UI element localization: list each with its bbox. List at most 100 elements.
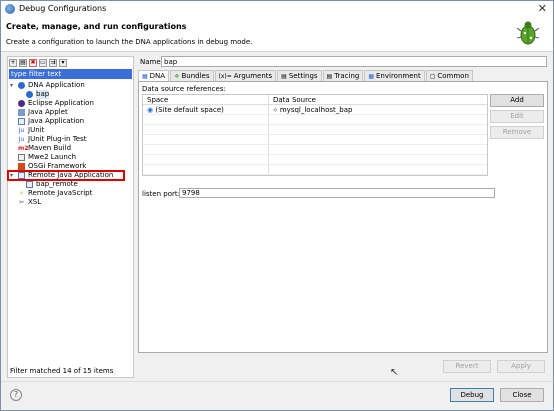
chevron-down-icon[interactable]: ▾ xyxy=(10,171,18,180)
column-header-space[interactable]: Space xyxy=(143,95,269,104)
remove-button[interactable]: Remove xyxy=(490,126,544,139)
tree-item-junit-plugin-test[interactable]: Ju JUnit Plug-in Test xyxy=(8,135,133,144)
data-source-table[interactable]: Space Data Source ◉ (Site default space)… xyxy=(142,94,488,176)
tree-item-label: Mwe2 Launch xyxy=(28,153,77,161)
table-buttons: Add Edit Remove xyxy=(490,94,544,142)
tree-item-remote-javascript[interactable]: ⚡ Remote JavaScript xyxy=(8,189,133,198)
chevron-down-icon[interactable]: ▾ xyxy=(10,81,18,90)
dna-tab-icon: ▦ xyxy=(142,72,148,80)
debug-button[interactable]: Debug xyxy=(450,388,494,402)
table-row xyxy=(143,125,487,135)
table-cell: ⟡ mysql_localhost_bap xyxy=(269,105,487,114)
revert-button[interactable]: Revert xyxy=(443,360,491,373)
close-button[interactable]: Close xyxy=(500,388,544,402)
tab-label: Common xyxy=(437,71,469,80)
applet-icon xyxy=(18,109,25,116)
tab-label: Settings xyxy=(288,71,318,80)
listen-port-field[interactable]: 9798 xyxy=(179,188,495,198)
config-tree: ▾ DNA Application bap Eclipse Applicatio… xyxy=(7,81,133,207)
chevron-down-icon[interactable]: ▾ xyxy=(59,59,67,67)
title-bar: Debug Configurations ✕ xyxy=(1,1,553,17)
configuration-editor: Name: bap ▦ DNA ❖ Bundles (x)= Arguments… xyxy=(138,56,548,378)
tree-item-dna-application[interactable]: ▾ DNA Application xyxy=(8,81,133,90)
tree-item-bap-remote[interactable]: bap_remote xyxy=(8,180,133,189)
delete-icon[interactable]: ✖ xyxy=(29,59,37,67)
tree-item-label: Maven Build xyxy=(28,144,72,152)
tree-item-label: Java Application xyxy=(28,117,85,125)
tab-label: Tracing xyxy=(334,71,360,80)
collapse-all-icon[interactable]: ▭ xyxy=(39,59,47,67)
gear-icon xyxy=(18,82,25,89)
tree-item-osgi-framework[interactable]: OSGi Framework xyxy=(8,162,133,171)
apply-button[interactable]: Apply xyxy=(497,360,545,373)
tab-tracing[interactable]: ▤ Tracing xyxy=(322,70,364,81)
eclipse-app-icon xyxy=(5,4,15,14)
bundles-tab-icon: ❖ xyxy=(174,72,180,80)
environment-tab-icon: ▦ xyxy=(368,72,374,80)
window-title: Debug Configurations xyxy=(19,4,107,13)
tree-item-label: Java Applet xyxy=(28,108,68,116)
dna-config-icon xyxy=(26,91,33,98)
table-row xyxy=(143,115,487,125)
tracing-tab-icon: ▤ xyxy=(326,72,333,80)
name-label: Name: xyxy=(140,58,164,66)
maven-icon: m2 xyxy=(18,145,29,152)
tab-arguments[interactable]: (x)= Arguments xyxy=(214,70,277,81)
header-title: Create, manage, and run configurations xyxy=(6,22,187,31)
table-row xyxy=(143,155,487,165)
add-button[interactable]: Add xyxy=(490,94,544,107)
tab-settings[interactable]: ▤ Settings xyxy=(277,70,322,81)
tree-toolbar: + ▤ ✖ ▭ ⇉ ▾ xyxy=(9,58,67,68)
tree-item-bap[interactable]: bap xyxy=(8,90,133,99)
tab-label: Arguments xyxy=(233,71,273,80)
edit-button[interactable]: Edit xyxy=(490,110,544,123)
tree-item-junit[interactable]: Ju JUnit xyxy=(8,126,133,135)
tree-item-label: DNA Application xyxy=(28,81,85,89)
arguments-tab-icon: (x)= xyxy=(218,72,232,80)
tree-item-label: bap_remote xyxy=(36,180,78,188)
tab-common[interactable]: ▢ Common xyxy=(425,70,473,81)
tree-item-label: OSGi Framework xyxy=(28,162,87,170)
junit-plugin-icon: Ju xyxy=(18,136,25,143)
table-row xyxy=(143,135,487,145)
data-source-title: Data source references: xyxy=(142,85,226,93)
eclipse-icon xyxy=(18,100,25,107)
help-icon[interactable]: ? xyxy=(10,389,22,401)
tree-item-mwe2-launch[interactable]: Mwe2 Launch xyxy=(8,153,133,162)
mwe2-icon xyxy=(18,154,25,161)
tab-bundles[interactable]: ❖ Bundles xyxy=(170,70,214,81)
tree-item-remote-java-application[interactable]: ▾ Remote Java Application xyxy=(7,170,125,181)
config-tabs: ▦ DNA ❖ Bundles (x)= Arguments ▤ Setting… xyxy=(138,70,548,82)
tab-label: Environment xyxy=(376,71,421,80)
osgi-icon xyxy=(18,163,25,170)
tree-item-java-applet[interactable]: Java Applet xyxy=(8,108,133,117)
dna-tab-panel: Data source references: Space Data Sourc… xyxy=(138,82,548,353)
new-config-icon[interactable]: + xyxy=(9,59,17,67)
tab-environment[interactable]: ▦ Environment xyxy=(364,70,425,81)
column-header-data-source[interactable]: Data Source xyxy=(269,95,487,104)
tree-item-label: Eclipse Application xyxy=(28,99,94,107)
tab-label: Bundles xyxy=(181,71,210,80)
filter-input[interactable]: type filter text xyxy=(9,69,132,79)
editor-buttons: Revert Apply xyxy=(443,360,545,376)
remote-config-icon xyxy=(26,181,33,188)
table-row xyxy=(143,145,487,155)
name-field[interactable]: bap xyxy=(161,56,547,67)
debug-configurations-dialog: Debug Configurations ✕ Create, manage, a… xyxy=(0,0,554,411)
settings-tab-icon: ▤ xyxy=(281,72,287,80)
duplicate-icon[interactable]: ▤ xyxy=(19,59,27,67)
dialog-header: Create, manage, and run configurations C… xyxy=(1,17,553,52)
tab-label: DNA xyxy=(149,71,166,80)
tree-item-maven-build[interactable]: m2 Maven Build xyxy=(8,144,133,153)
footer-buttons: Debug Close xyxy=(450,388,544,405)
table-row[interactable]: ◉ (Site default space) ⟡ mysql_localhost… xyxy=(143,105,487,115)
tree-item-eclipse-application[interactable]: Eclipse Application xyxy=(8,99,133,108)
filter-icon[interactable]: ⇉ xyxy=(49,59,57,67)
tree-item-label: JUnit Plug-in Test xyxy=(28,135,87,143)
tree-item-label: XSL xyxy=(28,198,42,206)
tab-dna[interactable]: ▦ DNA xyxy=(138,70,170,81)
close-icon[interactable]: ✕ xyxy=(538,2,547,15)
tree-item-xsl[interactable]: ✂ XSL xyxy=(8,198,133,207)
tree-item-java-application[interactable]: Java Application xyxy=(8,117,133,126)
table-header: Space Data Source xyxy=(143,95,487,105)
